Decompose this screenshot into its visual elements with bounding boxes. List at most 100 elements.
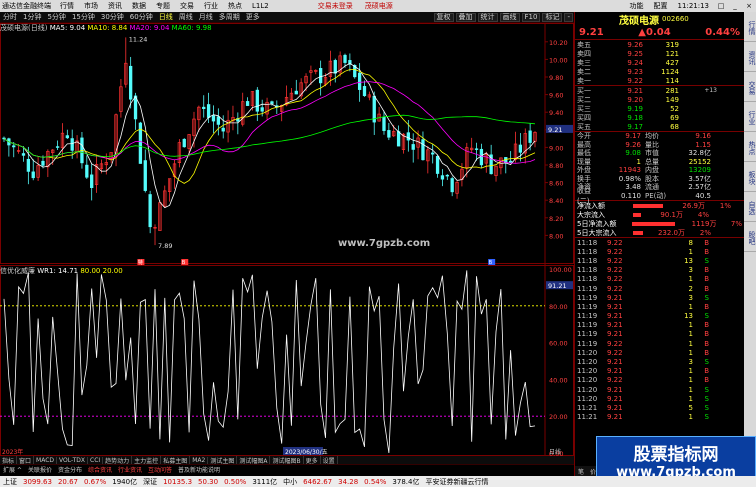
- index-label-1[interactable]: 深证: [140, 477, 160, 487]
- tick-row: 11:20 9.21 1 S: [575, 385, 744, 394]
- current-ind-tag: 91.21: [548, 282, 567, 290]
- sidebar-item-1[interactable]: 资讯: [744, 42, 756, 72]
- menu-item-l1l2[interactable]: L1L2: [247, 2, 274, 10]
- quote-stock-name: 茂硕电源: [619, 15, 659, 27]
- tick-row: 11:19 9.21 3 S: [575, 293, 744, 302]
- candle-body: [387, 130, 391, 138]
- index-label-0[interactable]: 上证: [0, 477, 20, 487]
- period-tab-30min[interactable]: 30分钟: [98, 12, 127, 22]
- index-pct-1: 0.50%: [224, 477, 247, 486]
- indicator-tick-label: 20.00: [549, 413, 568, 421]
- menu-item-industry[interactable]: 行业: [199, 1, 223, 11]
- period-tab-more[interactable]: 更多: [243, 12, 263, 22]
- index-amount-1: 3111亿: [252, 477, 278, 486]
- indicator-tab-3[interactable]: VOL-TDX: [57, 456, 88, 464]
- price-tick-label: 9.40: [549, 109, 563, 117]
- info-tab-3[interactable]: 综合资讯: [85, 465, 115, 474]
- close-window-button[interactable]: ×: [742, 2, 756, 10]
- menu-item-quotes[interactable]: 行情: [55, 1, 79, 11]
- period-tab-1min[interactable]: 1分钟: [20, 12, 44, 22]
- tick-volume: 1: [688, 321, 693, 330]
- menu-item-market[interactable]: 市场: [79, 1, 103, 11]
- index-ticker: 上证 3099.63 20.67 0.67% 1940亿 深证 10135.3 50.30 0.…: [0, 476, 756, 487]
- sidebar-item-3[interactable]: 行业: [744, 102, 756, 132]
- period-tab-60min[interactable]: 60分钟: [127, 12, 156, 22]
- indicator-tab-2[interactable]: MACD: [34, 456, 58, 464]
- stat-value: 3.48: [625, 183, 641, 192]
- menu-item-functions[interactable]: 功能: [625, 1, 649, 11]
- tick-volume: 3: [688, 293, 693, 302]
- period-tab-intraday[interactable]: 分时: [0, 12, 20, 22]
- minimize-window-button[interactable]: _: [728, 2, 742, 10]
- menu-item-hot[interactable]: 热点: [223, 1, 247, 11]
- sidebar-item-6[interactable]: 自选: [744, 192, 756, 222]
- index-label-2[interactable]: 中小: [280, 477, 300, 487]
- menu-item-config[interactable]: 配置: [649, 1, 673, 11]
- menu-item-trade[interactable]: 交易: [175, 1, 199, 11]
- candle-body: [406, 132, 410, 141]
- tick-volume: 3: [688, 358, 693, 367]
- sell-volume: 114: [665, 76, 679, 85]
- tick-price: 9.21: [607, 394, 623, 403]
- sidebar-item-0[interactable]: 行情: [744, 12, 756, 42]
- menu-item-topics[interactable]: 专题: [151, 1, 175, 11]
- period-tab-weekly[interactable]: 周线: [176, 12, 196, 22]
- stat-value: 0.98%: [618, 174, 641, 183]
- tick-row: 11:18 9.22 1 B: [575, 247, 744, 256]
- draw-line-button[interactable]: 画线: [499, 12, 520, 22]
- period-tab-multi[interactable]: 多周期: [216, 12, 243, 22]
- flow-value: 232.0万: [657, 228, 685, 237]
- collapse-button[interactable]: -: [564, 12, 573, 22]
- sidebar-item-4[interactable]: 热点: [744, 132, 756, 162]
- index-change-0: 20.67: [57, 477, 78, 486]
- f10-button[interactable]: F10: [521, 12, 541, 22]
- tick-price: 9.21: [607, 367, 623, 376]
- sidebar-item-7[interactable]: 股吧: [744, 222, 756, 252]
- tick-side: B: [704, 247, 709, 256]
- flow-bar: [633, 203, 663, 208]
- info-tab-4[interactable]: 行业资讯: [115, 465, 145, 474]
- indicator-legend: 信优化威廉 WR1: 14.71 80.00 20.00: [0, 266, 123, 276]
- tick-price: 9.22: [607, 348, 623, 357]
- tick-volume: 1: [688, 413, 693, 422]
- menu-item-news[interactable]: 资讯: [103, 1, 127, 11]
- quote-tab-0[interactable]: 笔: [575, 467, 587, 476]
- info-tab-5[interactable]: 互动问答: [145, 465, 175, 474]
- mark-button[interactable]: 标记: [542, 12, 563, 22]
- candle-body: [294, 90, 298, 95]
- period-tab-monthly[interactable]: 月线: [196, 12, 216, 22]
- info-tab-1[interactable]: 关联报价: [25, 465, 55, 474]
- info-tab-0[interactable]: 扩展 ^: [0, 465, 25, 474]
- info-tab-2[interactable]: 资金分布: [55, 465, 85, 474]
- info-tab-6[interactable]: 普及新功能说明: [175, 465, 223, 474]
- trade-login-notice[interactable]: 交易未登录: [312, 1, 359, 11]
- sell-volume: 121: [665, 49, 679, 58]
- menu-item-data[interactable]: 数据: [127, 1, 151, 11]
- tick-time: 11:19: [577, 339, 598, 348]
- kline-chart-area[interactable]: 10.2010.009.809.609.409.209.008.808.608.…: [0, 23, 574, 456]
- price-tick-label: 8.40: [549, 197, 563, 205]
- restore-window-button[interactable]: □: [714, 2, 728, 10]
- tick-time: 11:20: [577, 385, 598, 394]
- sell-volume: 1124: [661, 67, 679, 76]
- statistics-button[interactable]: 统计: [477, 12, 498, 22]
- candle-body: [260, 107, 264, 112]
- candle-body: [65, 135, 69, 139]
- stat-value: 9.17: [625, 132, 641, 141]
- stat-value: 32.8亿: [688, 149, 711, 158]
- wr-legend: WR1: 14.71: [37, 267, 79, 275]
- buy-price: 9.18: [627, 113, 643, 122]
- indicator-tab-8[interactable]: MA2: [190, 456, 209, 464]
- indicator-tab-4[interactable]: CCI: [88, 456, 104, 464]
- tick-time: 11:21: [577, 403, 598, 412]
- sidebar-item-2[interactable]: 交易: [744, 72, 756, 102]
- candle-body: [70, 138, 74, 151]
- adjust-button[interactable]: 复权: [433, 12, 454, 22]
- main-panel-frame: [0, 23, 574, 264]
- period-tab-5min[interactable]: 5分钟: [44, 12, 68, 22]
- sidebar-item-5[interactable]: 板块: [744, 162, 756, 192]
- flow-pct: 1%: [719, 201, 731, 210]
- period-tab-daily[interactable]: 日线: [156, 12, 176, 22]
- period-tab-15min[interactable]: 15分钟: [69, 12, 98, 22]
- overlay-button[interactable]: 叠加: [455, 12, 476, 22]
